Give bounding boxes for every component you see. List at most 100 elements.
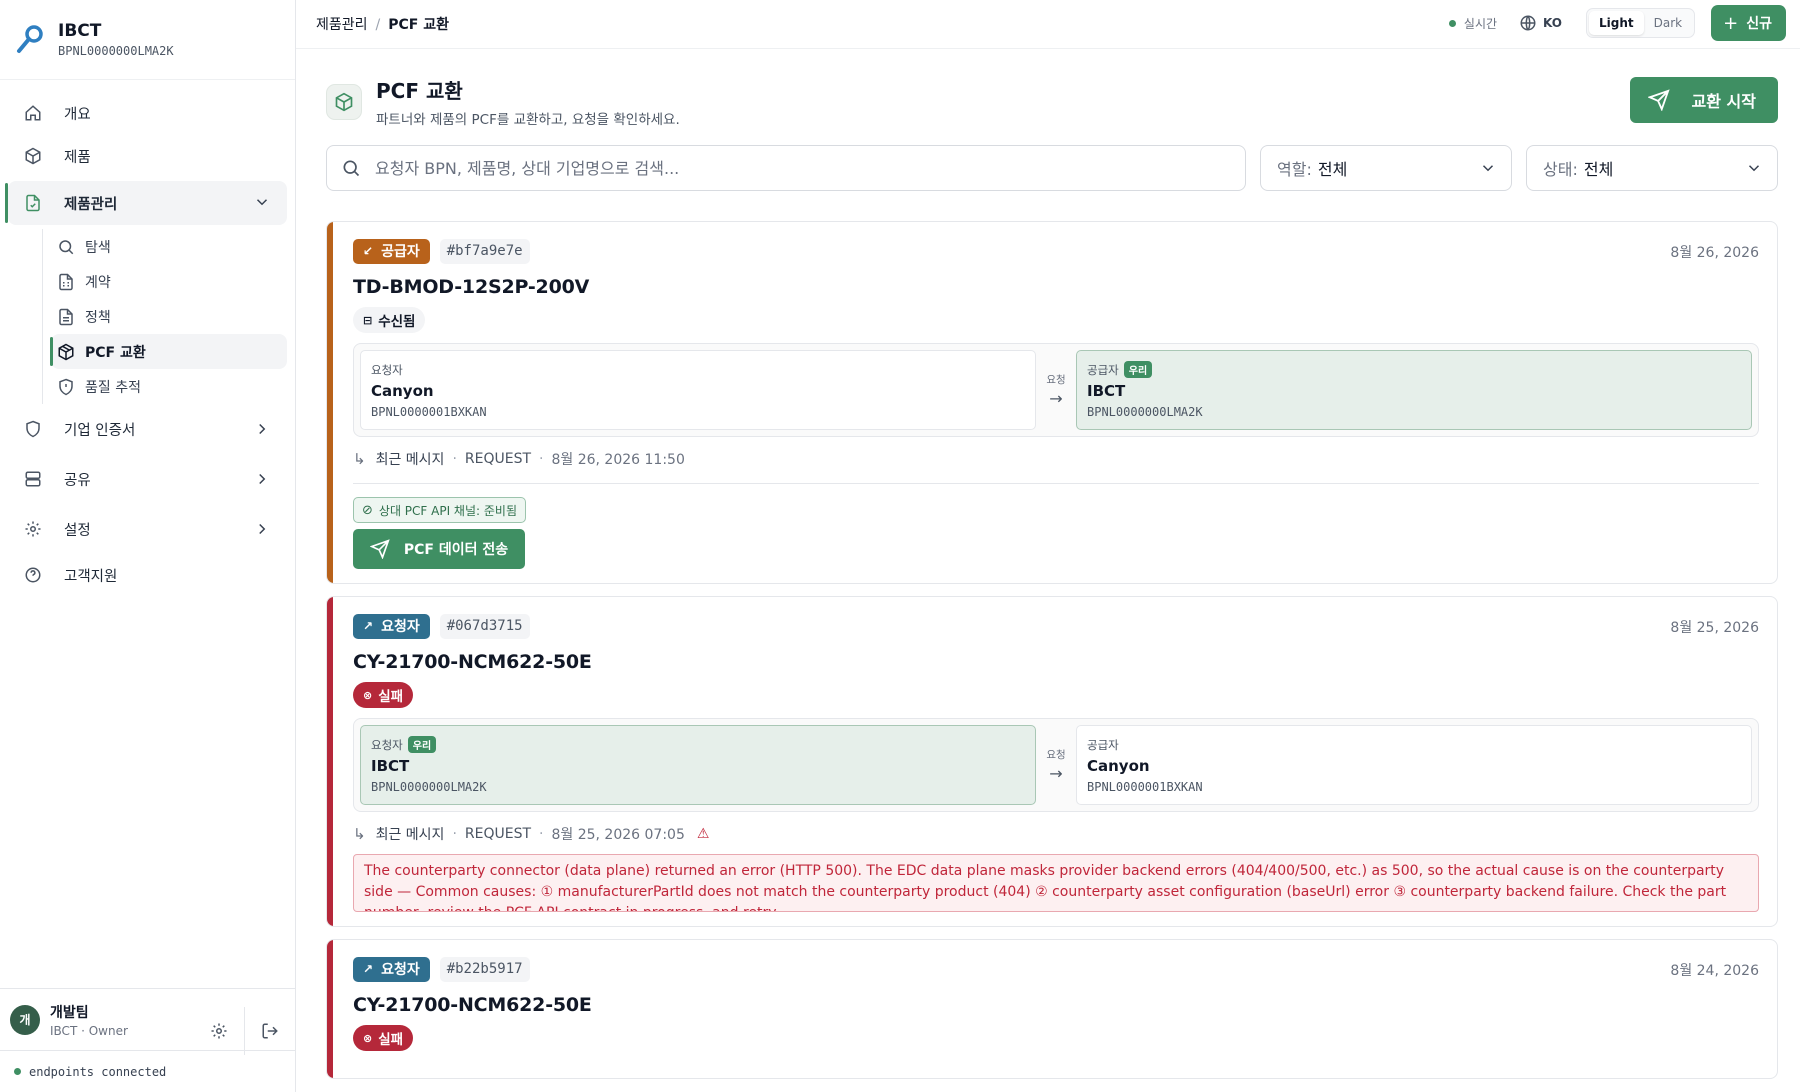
role-badge: ↙ 공급자 xyxy=(353,238,430,264)
sidebar-item-label: 계약 xyxy=(85,274,111,291)
sidebar-item-label: 고객지원 xyxy=(64,568,118,585)
file-check-icon xyxy=(24,194,42,212)
send-pcf-label: PCF 데이터 전송 xyxy=(403,542,509,558)
error-message: The counterparty connector (data plane) … xyxy=(353,854,1759,912)
sidebar-item-share[interactable]: 공유 xyxy=(8,458,287,500)
status-dot-icon xyxy=(14,1068,21,1075)
api-channel-badge: ⊘ 상대 PCF API 채널: 준비됨 xyxy=(353,497,526,523)
last-message-label: 최근 메시지 xyxy=(375,452,445,468)
home-icon xyxy=(24,104,42,122)
sidebar-item-settings[interactable]: 설정 xyxy=(8,508,287,550)
role-badge: ↗ 요청자 xyxy=(353,956,430,982)
product-id: CY-21700-NCM622-50E xyxy=(353,651,592,673)
ours-badge: 우리 xyxy=(407,736,437,753)
separator: · xyxy=(452,451,457,467)
arrow-up-right-icon: ↗ xyxy=(363,619,374,633)
help-circle-icon xyxy=(24,566,42,584)
sidebar-item-policy[interactable]: 정책 xyxy=(51,299,287,334)
party-name: Canyon xyxy=(371,381,434,400)
status-filter-label: 상태: xyxy=(1543,160,1578,179)
exchange-card[interactable]: ↙ 공급자 #bf7a9e7e 8월 26, 2026 TD-BMOD-12S2P… xyxy=(326,221,1778,584)
product-id: CY-21700-NCM622-50E xyxy=(353,994,592,1016)
theme-light-button[interactable]: Light xyxy=(1589,11,1644,35)
sidebar-item-quality[interactable]: 품질 추적 xyxy=(51,369,287,404)
chevron-right-icon xyxy=(253,470,271,488)
message-time: 8월 25, 2026 07:05 xyxy=(551,827,685,843)
arrow-down-left-icon: ↙ xyxy=(363,244,374,258)
avatar[interactable]: 개 xyxy=(10,1004,40,1035)
package-icon xyxy=(57,343,75,361)
arrow-right-icon: → xyxy=(1049,389,1063,408)
x-circle-icon: ⊗ xyxy=(363,688,373,702)
sidebar-item-explore[interactable]: 탐색 xyxy=(51,229,287,264)
sidebar-item-label: 정책 xyxy=(85,309,111,326)
sidebar-item-contract[interactable]: 계약 xyxy=(51,264,287,299)
main-content: PCF 교환 파트너와 제품의 PCF를 교환하고, 요청을 확인하세요. 교환… xyxy=(296,49,1800,1092)
supplier-party: 공급자 우리 IBCT BPNL0000000LMA2K xyxy=(1076,350,1752,430)
start-exchange-label: 교환 시작 xyxy=(1691,92,1756,111)
sidebar-item-products[interactable]: 제품 xyxy=(8,135,287,177)
party-bpn: BPNL0000000LMA2K xyxy=(371,780,487,794)
exchange-card[interactable]: ↗ 요청자 #b22b5917 8월 24, 2026 CY-21700-NCM6… xyxy=(326,939,1778,1079)
divider xyxy=(353,483,1759,484)
sidebar-item-label: 설정 xyxy=(64,522,91,539)
card-accent-bar xyxy=(327,597,333,926)
start-exchange-button[interactable]: 교환 시작 xyxy=(1629,77,1778,123)
last-message: ↳ 최근 메시지 · REQUEST · 8월 25, 2026 07:05 ⚠ xyxy=(353,824,1759,844)
sidebar-item-product-mgmt[interactable]: 제품관리 xyxy=(5,181,287,225)
server-icon xyxy=(24,470,42,488)
sidebar-item-label: 제품관리 xyxy=(64,196,118,213)
role-badge-label: 요청자 xyxy=(381,619,420,635)
exchange-id: #067d3715 xyxy=(439,613,530,639)
party-label: 공급자 xyxy=(1087,737,1119,752)
send-pcf-button[interactable]: PCF 데이터 전송 xyxy=(353,529,525,569)
card-date: 8월 26, 2026 xyxy=(1670,245,1759,261)
status-filter-select[interactable]: 상태: 전체 xyxy=(1526,145,1778,191)
chevron-right-icon xyxy=(253,520,271,538)
search-icon xyxy=(57,238,75,256)
logout-icon[interactable] xyxy=(257,1018,283,1044)
sidebar-item-support[interactable]: 고객지원 xyxy=(8,554,287,596)
language-switch[interactable]: KO xyxy=(1519,14,1562,32)
separator: · xyxy=(539,451,544,467)
x-circle-icon: ⊗ xyxy=(363,1031,373,1045)
role-badge-label: 요청자 xyxy=(381,962,420,978)
separator: · xyxy=(452,826,457,842)
check-circle-icon: ⊘ xyxy=(362,502,373,518)
flow-direction: 요청 → xyxy=(1036,350,1076,430)
party-bpn: BPNL0000001BXKAN xyxy=(1087,779,1203,794)
sidebar-item-label: 기업 인증서 xyxy=(64,422,136,439)
exchange-card[interactable]: ↗ 요청자 #067d3715 8월 25, 2026 CY-21700-NCM6… xyxy=(326,596,1778,927)
sidebar-item-certs[interactable]: 기업 인증서 xyxy=(8,408,287,450)
brand-bpn: BPNL0000000LMA2K xyxy=(58,44,174,58)
product-mgmt-submenu: 탐색 계약 정책 PCF 교환 품질 추적 xyxy=(42,229,287,404)
last-message-label: 최근 메시지 xyxy=(375,827,445,843)
breadcrumb: 제품관리 / PCF 교환 xyxy=(316,14,449,34)
card-date: 8월 25, 2026 xyxy=(1670,620,1759,636)
logo-icon xyxy=(12,22,48,58)
supplier-party: 공급자 Canyon BPNL0000001BXKAN xyxy=(1076,725,1752,805)
connection-status: endpoints connected xyxy=(0,1050,295,1092)
new-button[interactable]: + 신규 xyxy=(1711,5,1786,41)
breadcrumb-current: PCF 교환 xyxy=(388,17,449,33)
brand[interactable]: IBCT BPNL0000000LMA2K xyxy=(0,0,295,80)
party-bpn: BPNL0000001BXKAN xyxy=(371,404,487,419)
language-label: KO xyxy=(1543,16,1563,30)
shield-alert-icon xyxy=(57,378,75,396)
sidebar-item-overview[interactable]: 개요 xyxy=(8,92,287,134)
connection-text: endpoints connected xyxy=(29,1064,167,1079)
send-icon xyxy=(1646,89,1670,112)
search-input[interactable] xyxy=(375,158,1245,178)
sidebar-item-pcf-exchange[interactable]: PCF 교환 xyxy=(50,334,287,369)
breadcrumb-parent[interactable]: 제품관리 xyxy=(316,17,368,33)
card-date: 8월 24, 2026 xyxy=(1670,963,1759,979)
theme-dark-button[interactable]: Dark xyxy=(1644,11,1692,35)
topbar-actions: 실시간 KO Light Dark + 신규 xyxy=(1448,5,1786,41)
arrow-right-icon: → xyxy=(1049,764,1063,783)
plus-icon: + xyxy=(1723,12,1739,34)
role-filter-select[interactable]: 역할: 전체 xyxy=(1260,145,1512,191)
chevron-down-icon xyxy=(1479,159,1497,177)
page-header: PCF 교환 파트너와 제품의 PCF를 교환하고, 요청을 확인하세요. xyxy=(326,75,680,128)
page-subtitle: 파트너와 제품의 PCF를 교환하고, 요청을 확인하세요. xyxy=(376,112,680,128)
gear-icon[interactable] xyxy=(206,1018,232,1044)
